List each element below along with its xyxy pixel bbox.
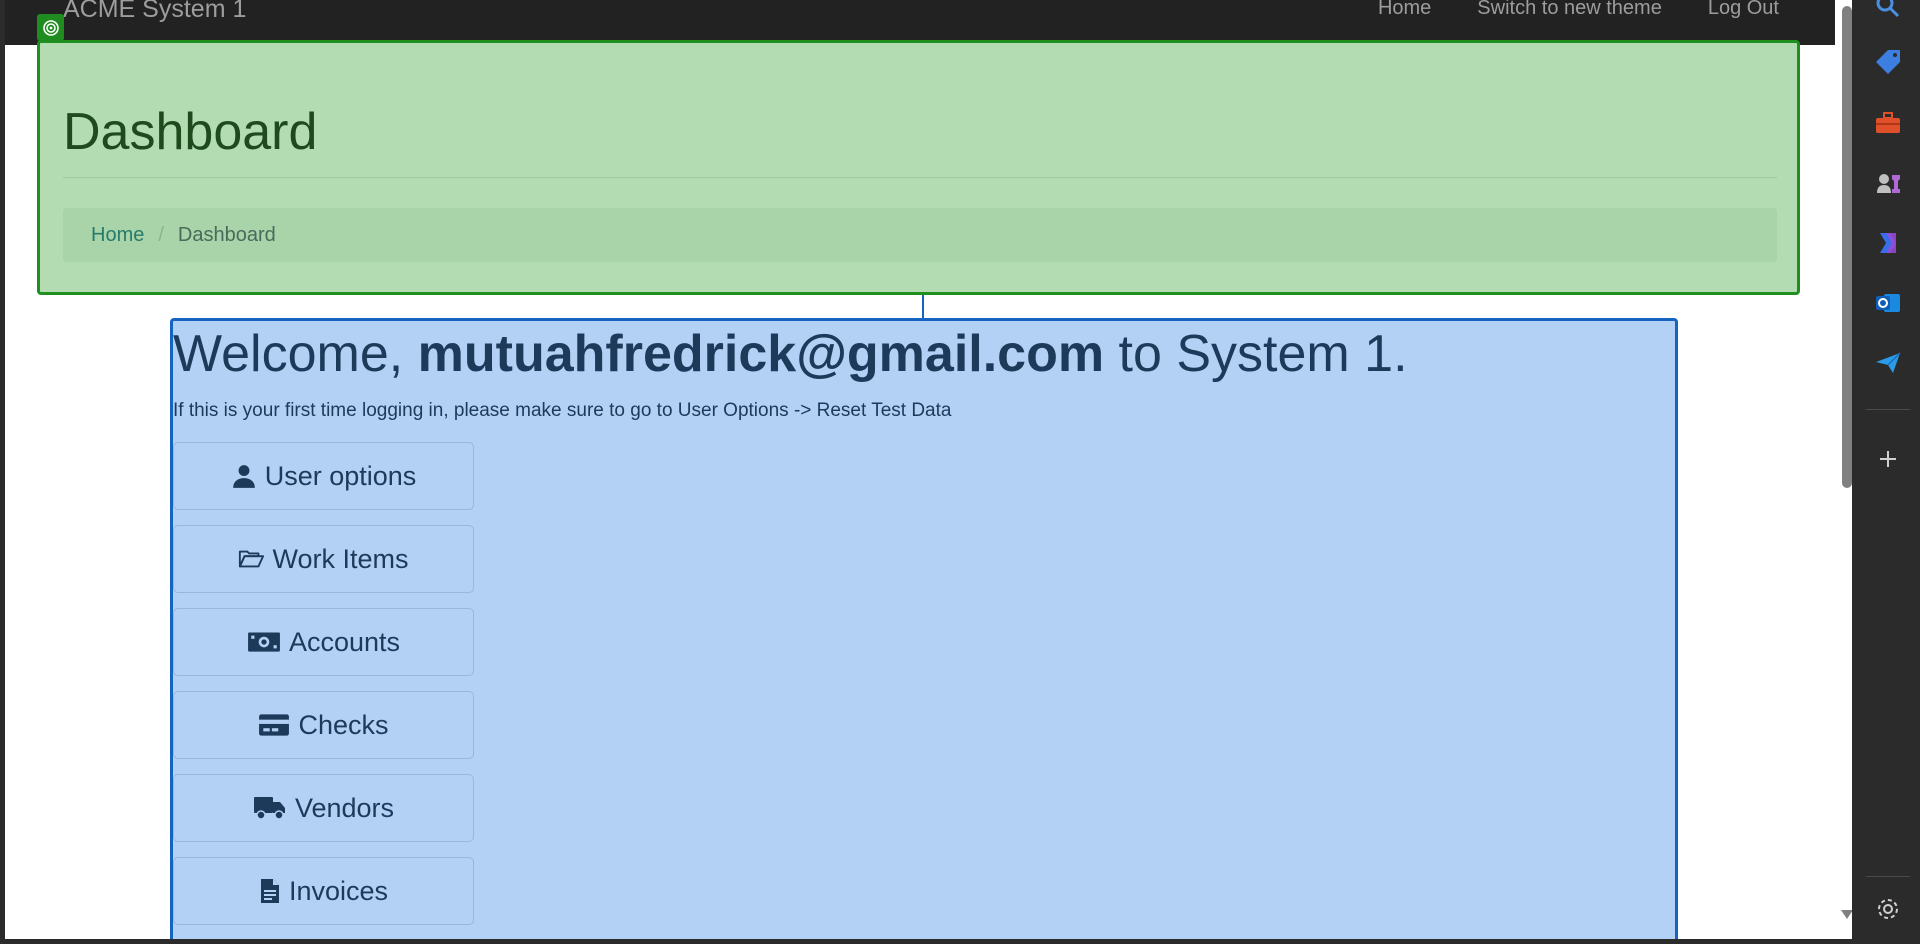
top-navbar: ACME System 1 Home Switch to new theme L… (5, 0, 1835, 45)
brand-logo-text[interactable]: ACME System 1 (63, 0, 246, 24)
work-items-button[interactable]: Work Items (173, 525, 474, 593)
search-icon[interactable] (1874, 0, 1902, 20)
nav-switch-theme-link[interactable]: Switch to new theme (1477, 0, 1662, 20)
accounts-button[interactable]: Accounts (173, 608, 474, 676)
highlight-connector (922, 295, 924, 319)
user-options-button[interactable]: User options (173, 442, 474, 510)
vendors-label: Vendors (294, 792, 395, 823)
sidebar-divider-bottom (1866, 876, 1910, 877)
nav-links: Home Switch to new theme Log Out (1378, 0, 1779, 20)
money-bill-icon (248, 632, 280, 652)
settings-icon[interactable] (1874, 895, 1902, 923)
copilot-icon[interactable] (1874, 229, 1902, 257)
breadcrumb-home-link[interactable]: Home (91, 224, 144, 247)
add-icon[interactable] (1874, 445, 1902, 473)
user-options-label: User options (264, 460, 417, 491)
toolbox-icon[interactable] (1874, 109, 1902, 137)
browser-sidebar (1856, 0, 1920, 944)
send-icon[interactable] (1874, 349, 1902, 377)
nav-logout-link[interactable]: Log Out (1708, 0, 1779, 20)
vertical-scrollbar[interactable] (1838, 0, 1852, 944)
welcome-prefix: Welcome, (173, 325, 418, 383)
browser-viewport: ACME System 1 Home Switch to new theme L… (0, 0, 1852, 944)
breadcrumb-current: Dashboard (177, 223, 276, 246)
welcome-heading: Welcome, mutuahfredrick@gmail.com to Sys… (173, 324, 1408, 384)
outlook-icon[interactable] (1874, 289, 1902, 317)
checks-label: Checks (298, 709, 389, 740)
checks-button[interactable]: Checks (173, 691, 474, 759)
invoices-button[interactable]: Invoices (173, 857, 474, 925)
breadcrumb-separator: / (158, 223, 164, 246)
work-items-label: Work Items (272, 543, 409, 574)
invoices-label: Invoices (288, 875, 389, 906)
vendors-button[interactable]: Vendors (173, 774, 474, 842)
scrollbar-thumb[interactable] (1842, 6, 1852, 488)
sidebar-divider (1866, 409, 1910, 410)
page-title: Dashboard (63, 103, 318, 161)
welcome-user-email: mutuahfredrick@gmail.com (417, 325, 1105, 383)
viewport-bottom-edge (0, 939, 1852, 944)
scroll-down-arrow[interactable] (1841, 910, 1852, 919)
chess-icon[interactable] (1874, 169, 1902, 197)
file-alt-icon (260, 879, 279, 903)
tag-icon[interactable] (1874, 48, 1902, 76)
folder-open-icon (239, 550, 265, 568)
credit-card-icon (259, 714, 290, 736)
first-login-info: If this is your first time logging in, p… (173, 400, 952, 421)
breadcrumb: Home / Dashboard (63, 208, 1777, 262)
title-divider (63, 177, 1777, 178)
truck-icon (253, 797, 285, 820)
welcome-suffix: to System 1. (1104, 325, 1408, 383)
target-icon (37, 14, 64, 41)
accounts-label: Accounts (288, 626, 401, 657)
user-icon (232, 465, 255, 488)
nav-home-link[interactable]: Home (1378, 0, 1431, 20)
